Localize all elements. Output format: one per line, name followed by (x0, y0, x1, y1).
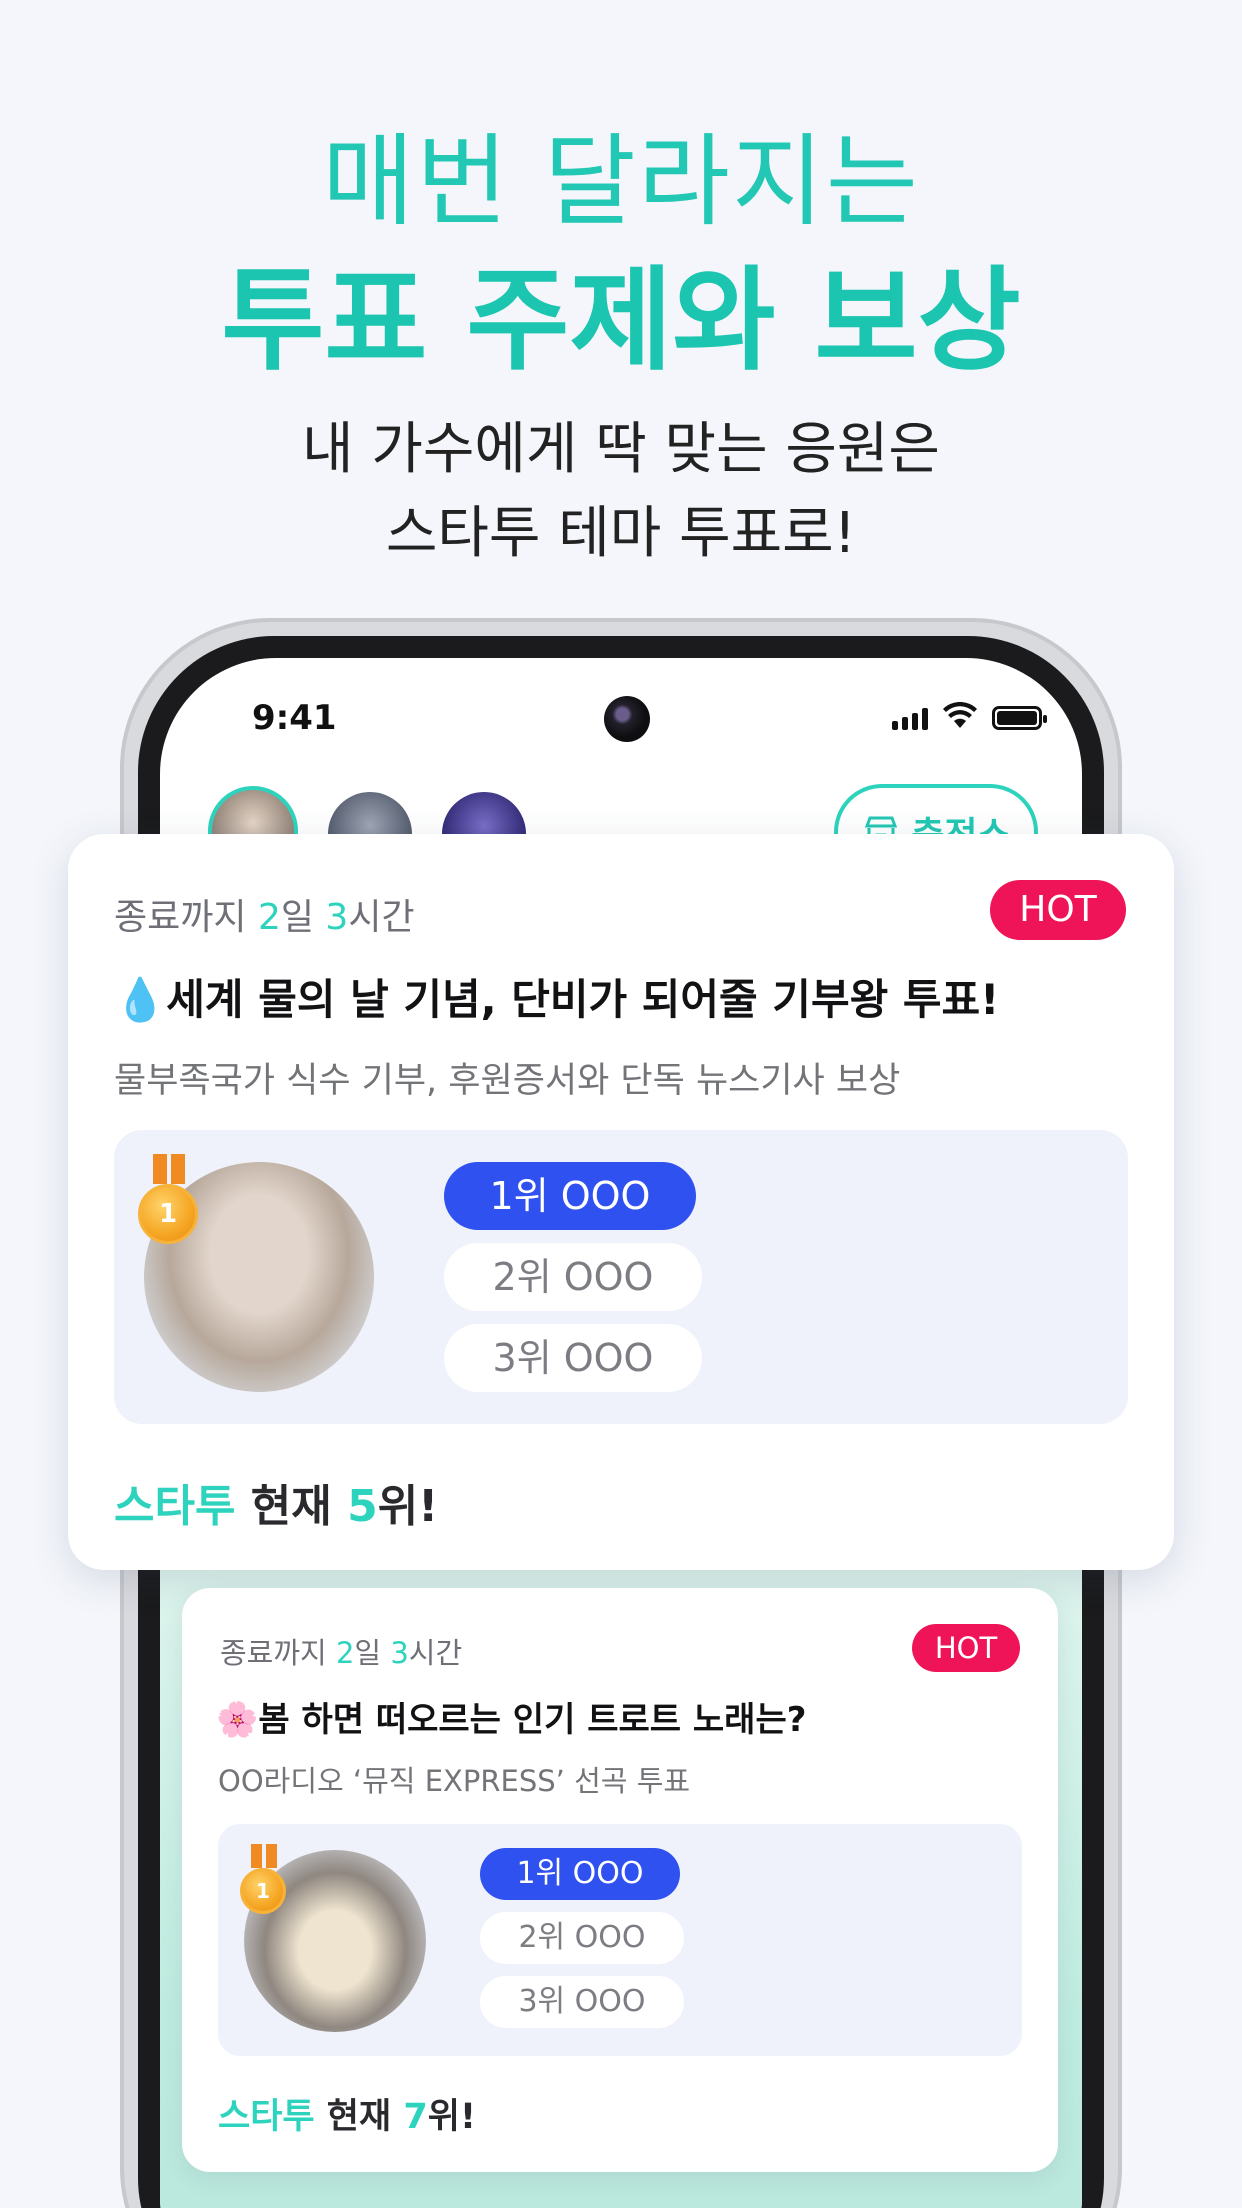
current-rank-text: 스타투 현재 7위! (218, 2088, 476, 2139)
deadline-hours-unit: 시간 (408, 1636, 463, 1670)
deadline-prefix: 종료까지 (114, 897, 258, 938)
gold-medal-icon: 1 (240, 1844, 288, 1916)
current-label: 현재 (314, 2097, 404, 2137)
vote-title: 🌸봄 하면 떠오르는 인기 트로트 노래는? (216, 1700, 807, 1740)
headline-line2: 투표 주제와 보상 (221, 256, 1021, 386)
subheadline: 내 가수에게 딱 맞는 응원은 스타투 테마 투표로! (0, 408, 1242, 576)
hot-badge: HOT (912, 1624, 1020, 1672)
deadline-prefix: 종료까지 (220, 1636, 336, 1670)
ranking-box: 1 1위 OOO 2위 OOO 3위 OOO (218, 1824, 1022, 2056)
rank-2-pill: 2위 OOO (444, 1243, 702, 1311)
rank-2-pill: 2위 OOO (480, 1912, 684, 1964)
subheadline-line2: 스타투 테마 투표로! (385, 501, 857, 566)
signal-icon (892, 708, 928, 730)
current-rank-number: 5 (347, 1481, 378, 1532)
vote-card-featured[interactable]: 종료까지 2일 3시간 HOT 💧세계 물의 날 기념, 단비가 되어줄 기부왕… (68, 834, 1174, 1570)
ranking-box: 1 1위 OOO 2위 OOO 3위 OOO (114, 1130, 1128, 1424)
deadline-hours: 3 (325, 897, 349, 938)
rank-1-pill: 1위 OOO (480, 1848, 680, 1900)
vote-card-secondary[interactable]: 종료까지 2일 3시간 HOT 🌸봄 하면 떠오르는 인기 트로트 노래는? O… (182, 1588, 1058, 2172)
deadline-days: 2 (257, 897, 281, 938)
vote-title: 💧세계 물의 날 기념, 단비가 되어줄 기부왕 투표! (114, 975, 1000, 1024)
brand-name: 스타투 (114, 1481, 236, 1532)
gold-medal-icon: 1 (138, 1154, 200, 1246)
subheadline-line1: 내 가수에게 딱 맞는 응원은 (302, 417, 940, 482)
status-time: 9:41 (252, 698, 337, 738)
status-icons (892, 702, 1047, 730)
deadline-text: 종료까지 2일 3시간 (220, 1630, 462, 1672)
hot-badge: HOT (990, 880, 1126, 940)
brand-name: 스타투 (218, 2097, 315, 2137)
deadline-hours: 3 (390, 1636, 409, 1670)
rank-3-pill: 3위 OOO (480, 1976, 684, 2028)
current-rank-suffix: 위! (427, 2097, 476, 2137)
camera-icon (604, 696, 650, 742)
vote-description: 물부족국가 식수 기부, 후원증서와 단독 뉴스기사 보상 (114, 1061, 901, 1101)
wifi-icon (943, 702, 977, 728)
deadline-days-unit: 일 (280, 897, 326, 938)
deadline-days: 2 (335, 1636, 355, 1670)
medal-number: 1 (240, 1868, 286, 1914)
vote-description: OO라디오 ‘뮤직 EXPRESS’ 선곡 투표 (218, 1764, 691, 1798)
deadline-days-unit: 일 (354, 1636, 391, 1670)
rank-3-pill: 3위 OOO (444, 1324, 702, 1392)
rank-1-pill: 1위 OOO (444, 1162, 696, 1230)
deadline-hours-unit: 시간 (348, 897, 415, 938)
battery-icon (992, 706, 1047, 730)
headline-line1: 매번 달라지는 (322, 123, 920, 240)
medal-number: 1 (138, 1184, 198, 1244)
current-rank-text: 스타투 현재 5위! (114, 1470, 438, 1534)
current-label: 현재 (235, 1481, 348, 1532)
current-rank-number: 7 (403, 2097, 428, 2137)
deadline-text: 종료까지 2일 3시간 (114, 888, 415, 940)
current-rank-suffix: 위! (377, 1481, 439, 1532)
